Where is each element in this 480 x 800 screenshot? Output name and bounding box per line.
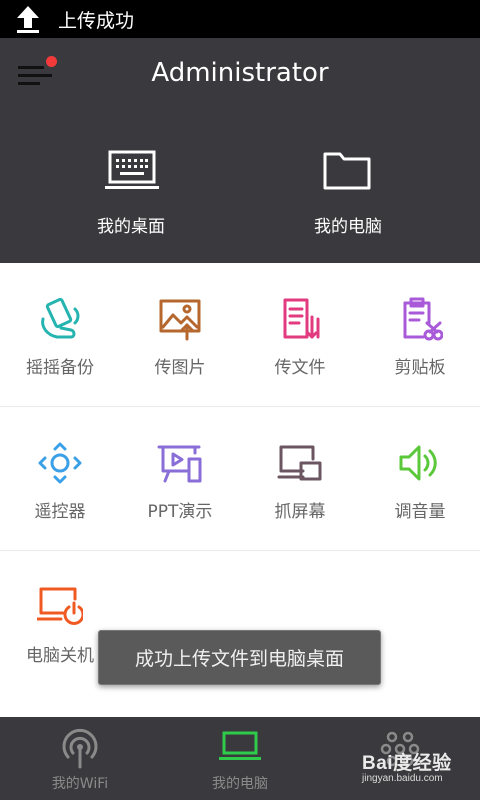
watermark-brand: Bai度经验 bbox=[362, 753, 452, 774]
screen-capture-icon bbox=[277, 445, 322, 481]
clipboard-cut-icon bbox=[403, 297, 443, 341]
tab-my-wifi[interactable]: 我的WiFi bbox=[0, 717, 160, 800]
remote-dpad-icon bbox=[38, 442, 82, 484]
ppt-present-icon bbox=[157, 445, 202, 483]
volume-icon bbox=[399, 445, 437, 481]
screen-capture-item[interactable]: 抓屏幕 bbox=[240, 407, 360, 551]
tab-my-wifi-label: 我的WiFi bbox=[51, 776, 109, 792]
bottom-nav: 我的WiFi 我的电脑 Bai度经验 jingyan.baidu.com bbox=[0, 717, 480, 800]
toast-message: 成功上传文件到电脑桌面 bbox=[98, 630, 381, 685]
ppt-present-label: PPT演示 bbox=[147, 502, 213, 522]
pc-power-icon bbox=[37, 587, 83, 625]
shake-phone-icon bbox=[41, 297, 80, 339]
grid-row: 摇摇备份 传图片 传文件 剪贴板 bbox=[0, 263, 480, 407]
volume-item[interactable]: 调音量 bbox=[360, 407, 480, 551]
tab-my-computer[interactable]: 我的电脑 bbox=[160, 717, 320, 800]
wifi-antenna-icon bbox=[62, 728, 98, 769]
screen-capture-label: 抓屏幕 bbox=[274, 502, 326, 522]
file-transfer-icon bbox=[283, 298, 320, 339]
my-computer-tile[interactable]: 我的电脑 bbox=[278, 150, 418, 240]
ppt-present-item[interactable]: PPT演示 bbox=[120, 407, 240, 551]
image-upload-icon bbox=[159, 299, 201, 341]
my-computer-label: 我的电脑 bbox=[314, 217, 382, 237]
remote-control-label: 遥控器 bbox=[34, 502, 86, 522]
baidu-watermark: Bai度经验 jingyan.baidu.com bbox=[362, 748, 452, 784]
volume-label: 调音量 bbox=[394, 502, 446, 522]
clipboard-item[interactable]: 剪贴板 bbox=[360, 263, 480, 407]
my-desktop-label: 我的桌面 bbox=[97, 217, 165, 237]
laptop-icon bbox=[219, 731, 261, 760]
send-image-label: 传图片 bbox=[154, 358, 206, 378]
shake-backup-label: 摇摇备份 bbox=[26, 358, 94, 378]
grid-row: 遥控器 PPT演示 抓屏幕 调音量 bbox=[0, 407, 480, 551]
folder-icon bbox=[323, 152, 371, 190]
send-file-label: 传文件 bbox=[274, 358, 326, 378]
watermark-domain: jingyan.baidu.com bbox=[362, 773, 443, 784]
send-file-item[interactable]: 传文件 bbox=[240, 263, 360, 407]
page-title: Administrator bbox=[151, 58, 329, 88]
upload-arrow-icon bbox=[8, 0, 48, 38]
shake-backup-item[interactable]: 摇摇备份 bbox=[0, 263, 120, 407]
upload-status-text: 上传成功 bbox=[58, 9, 135, 32]
app-header: Administrator 我的桌面 我的电脑 bbox=[0, 38, 480, 263]
my-desktop-tile[interactable]: 我的桌面 bbox=[61, 150, 201, 240]
keyboard-laptop-icon bbox=[105, 150, 159, 189]
send-image-item[interactable]: 传图片 bbox=[120, 263, 240, 407]
status-bar: 上传成功 bbox=[0, 0, 480, 38]
tab-my-computer-label: 我的电脑 bbox=[212, 776, 268, 792]
clipboard-label: 剪贴板 bbox=[394, 358, 446, 378]
remote-control-item[interactable]: 遥控器 bbox=[0, 407, 120, 551]
